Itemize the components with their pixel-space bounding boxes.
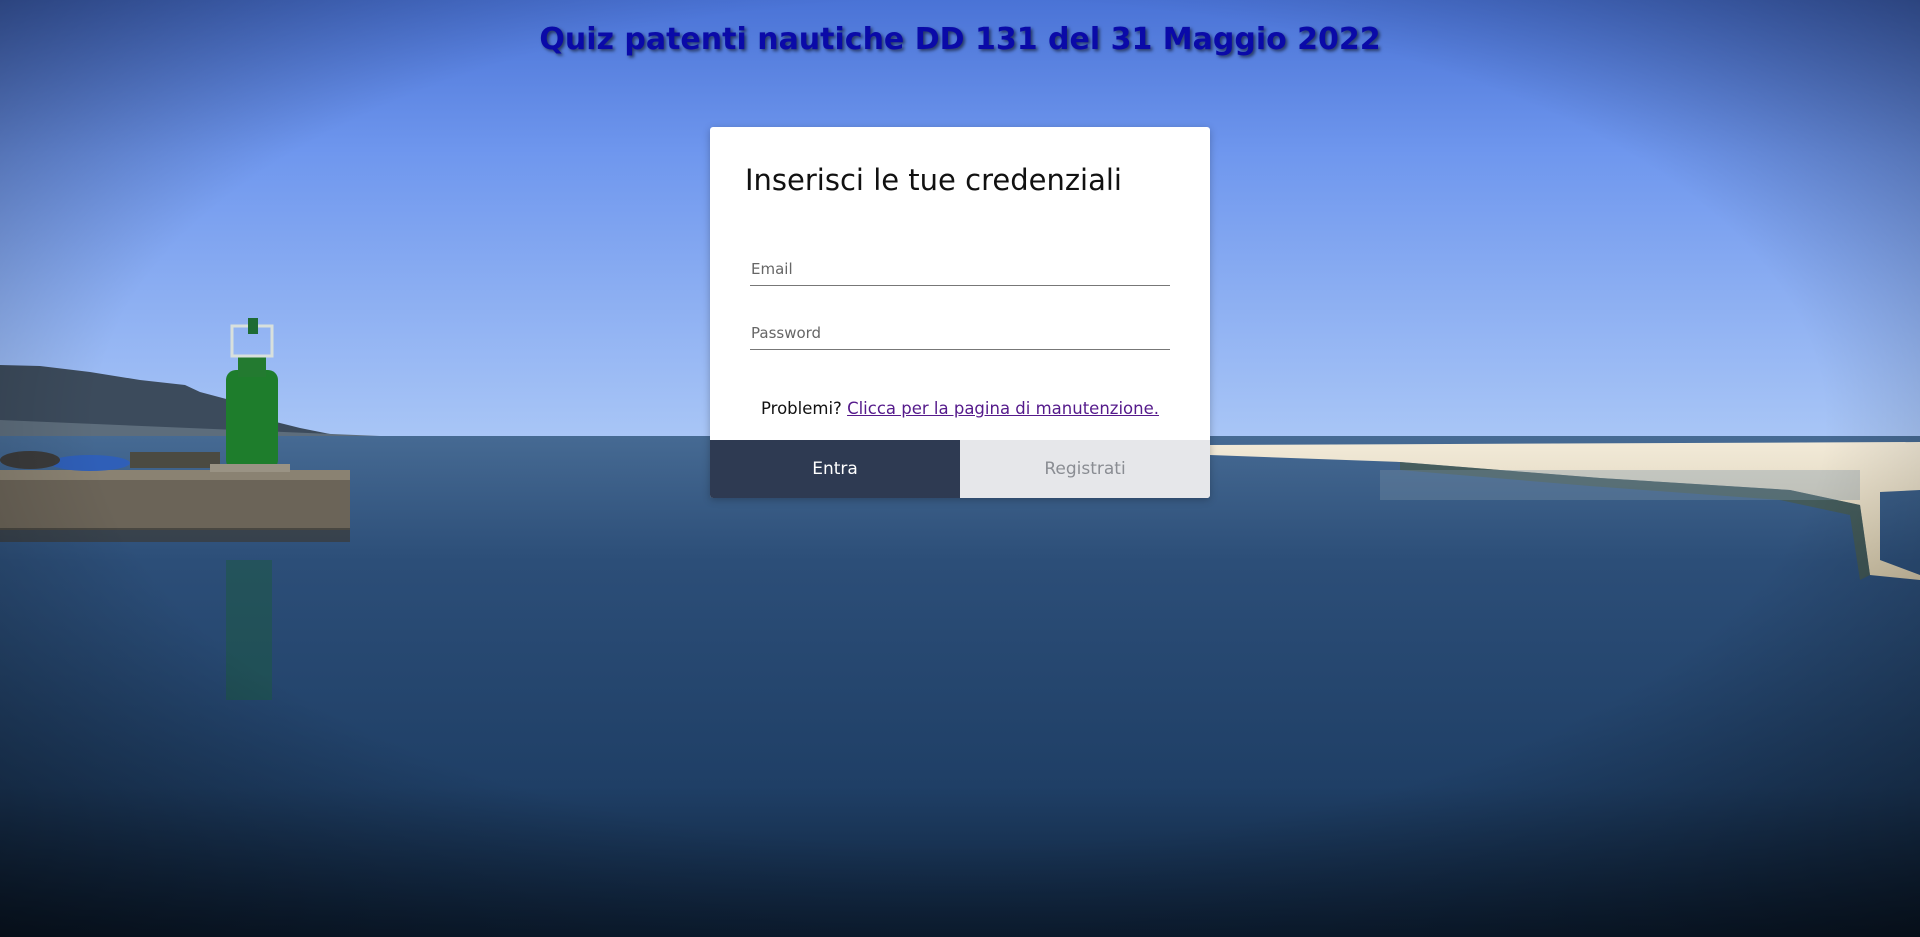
maintenance-link[interactable]: Clicca per la pagina di manutenzione. xyxy=(847,399,1159,418)
email-field[interactable] xyxy=(750,252,1170,286)
register-button[interactable]: Registrati xyxy=(960,440,1210,498)
action-buttons: Entra Registrati xyxy=(710,440,1210,498)
page-title: Quiz patenti nautiche DD 131 del 31 Magg… xyxy=(539,22,1381,57)
login-button[interactable]: Entra xyxy=(710,440,960,498)
login-heading: Inserisci le tue credenziali xyxy=(745,163,1122,197)
help-line: Problemi? Clicca per la pagina di manute… xyxy=(710,399,1210,418)
login-card: Inserisci le tue credenziali Problemi? C… xyxy=(710,127,1210,498)
password-field[interactable] xyxy=(750,316,1170,350)
help-prefix: Problemi? xyxy=(761,399,842,418)
